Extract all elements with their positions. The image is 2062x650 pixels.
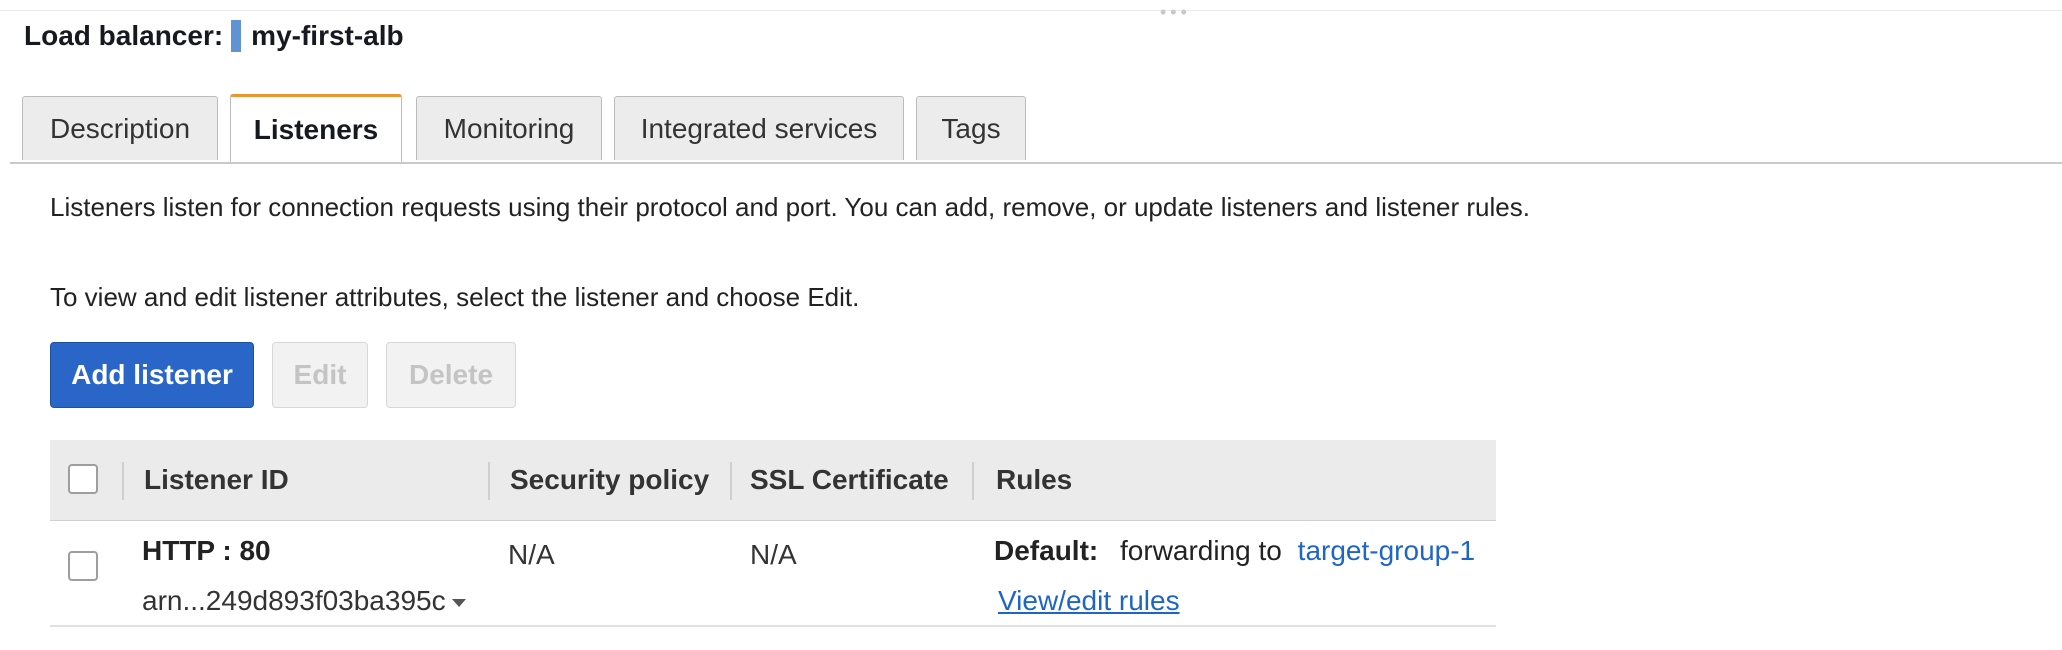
tab-tags[interactable]: Tags — [916, 96, 1026, 160]
column-divider — [730, 462, 732, 500]
column-header-security-policy[interactable]: Security policy — [510, 440, 709, 520]
column-divider — [122, 462, 124, 500]
row-select-checkbox[interactable] — [68, 551, 98, 581]
column-divider — [488, 462, 490, 500]
edit-button[interactable]: Edit — [272, 342, 368, 408]
column-divider — [972, 462, 974, 500]
drag-handle-icon[interactable]: ••• — [1160, 2, 1191, 23]
listener-arn-dropdown[interactable]: arn...249d893f03ba395c — [142, 585, 466, 617]
rules-action-text: forwarding to — [1120, 535, 1282, 566]
rules-default-label: Default: — [994, 535, 1099, 566]
add-listener-button[interactable]: Add listener — [50, 342, 254, 408]
tab-description[interactable]: Description — [22, 96, 218, 160]
listener-protocol-port: HTTP : 80 — [142, 535, 271, 566]
target-group-link[interactable]: target-group-1 — [1298, 535, 1475, 566]
delete-button[interactable]: Delete — [386, 342, 516, 408]
table-row[interactable]: HTTP : 80 arn...249d893f03ba395c N/A N/A… — [50, 521, 1496, 627]
tab-bar: Description Listeners Monitoring Integra… — [10, 94, 2062, 164]
caret-down-icon — [451, 598, 466, 607]
rules-default: Default: forwarding to target-group-1 — [994, 535, 1475, 567]
listener-arn: arn...249d893f03ba395c — [142, 585, 446, 616]
load-balancer-label: Load balancer: — [24, 20, 224, 51]
title-marker-icon — [231, 20, 242, 52]
tab-monitoring[interactable]: Monitoring — [416, 96, 602, 160]
top-divider — [0, 10, 2062, 11]
load-balancer-title: Load balancer: my-first-alb — [24, 20, 404, 52]
column-header-rules[interactable]: Rules — [996, 440, 1072, 520]
column-header-ssl-certificate[interactable]: SSL Certificate — [750, 440, 949, 520]
select-all-checkbox[interactable] — [68, 464, 98, 494]
tab-integrated-services[interactable]: Integrated services — [614, 96, 904, 160]
listeners-intro-text: Listeners listen for connection requests… — [50, 192, 1530, 222]
listeners-hint-text: To view and edit listener attributes, se… — [50, 282, 860, 312]
view-edit-rules-link[interactable]: View/edit rules — [998, 585, 1180, 617]
load-balancer-name: my-first-alb — [251, 20, 404, 51]
security-policy-value: N/A — [508, 539, 555, 570]
tab-listeners[interactable]: Listeners — [230, 94, 402, 162]
listeners-table: Listener ID Security policy SSL Certific… — [50, 440, 1496, 627]
column-header-listener-id[interactable]: Listener ID — [144, 440, 289, 520]
ssl-certificate-value: N/A — [750, 539, 797, 570]
table-header: Listener ID Security policy SSL Certific… — [50, 440, 1496, 521]
